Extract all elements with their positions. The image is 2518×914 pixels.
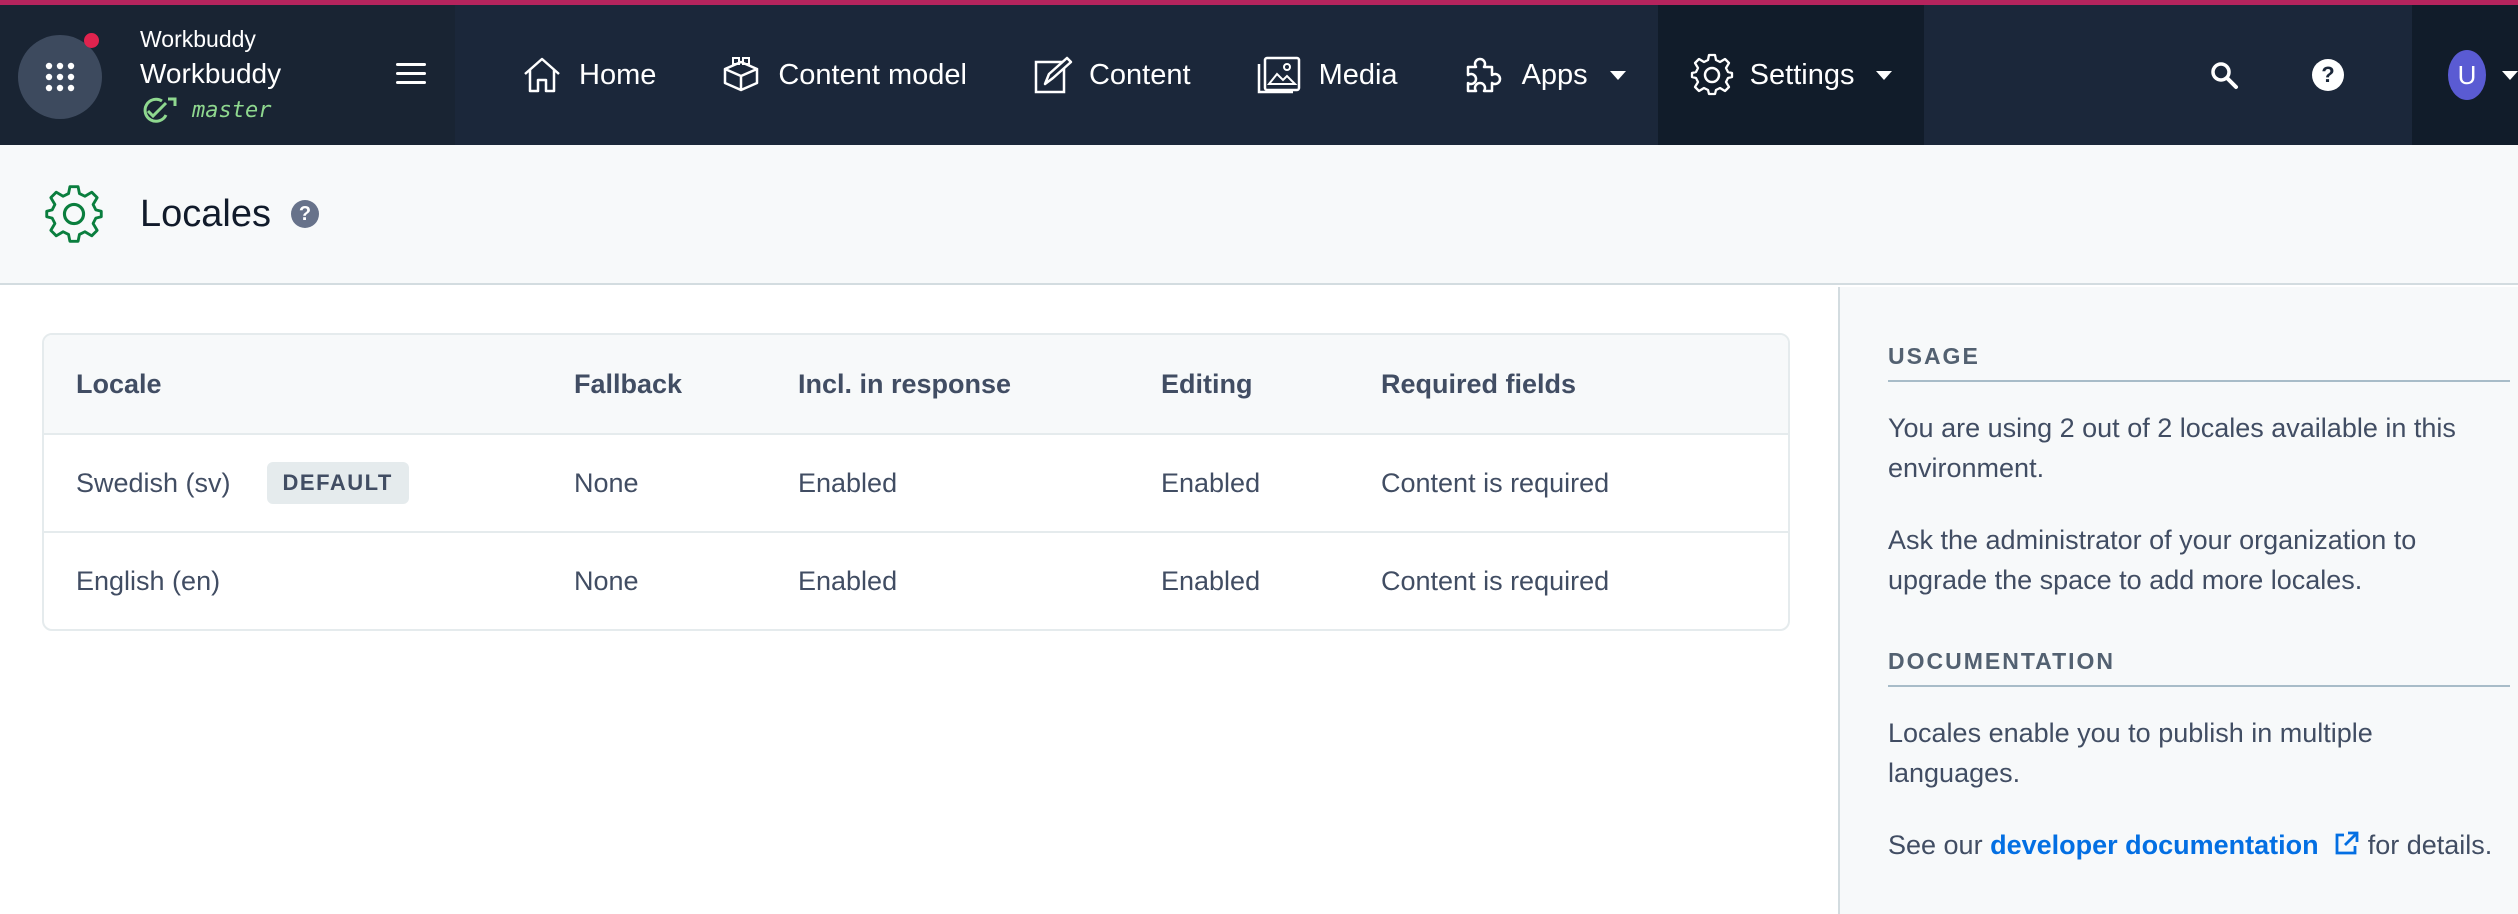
usage-heading: USAGE <box>1888 343 2510 382</box>
locale-name: English (en) <box>76 565 221 596</box>
nav-settings-label: Settings <box>1749 58 1855 91</box>
hamburger-line <box>396 63 426 66</box>
header-incl-in-response: Incl. in response <box>798 368 1012 399</box>
main-menu: Home Content model Content Media Apps Se… <box>455 5 1925 145</box>
nav-content-model-label: Content model <box>778 58 967 91</box>
editing-cell: Enabled <box>1161 467 1261 498</box>
developer-documentation-link[interactable]: developer documentation <box>1990 830 2368 860</box>
incl-cell: Enabled <box>798 467 898 498</box>
menu-toggle-button[interactable] <box>396 63 426 85</box>
environment-indicator: master <box>140 95 281 125</box>
nav-home[interactable]: Home <box>455 5 688 145</box>
info-sidebar: USAGE You are using 2 out of 2 locales a… <box>1838 287 2518 914</box>
locales-main: Locale Fallback Incl. in response Editin… <box>0 287 1838 914</box>
page-header: Locales ? <box>0 145 2518 285</box>
table-row[interactable]: English (en) None Enabled Enabled Conten… <box>44 531 1788 629</box>
space-name: Workbuddy <box>140 58 282 89</box>
usage-upgrade-text: Ask the administrator of your organizati… <box>1888 525 2417 595</box>
chevron-down-icon <box>1609 70 1626 80</box>
media-icon <box>1257 56 1300 94</box>
environment-name: master <box>192 97 272 123</box>
nav-content-model[interactable]: Content model <box>688 5 999 145</box>
nav-content-label: Content <box>1088 58 1191 91</box>
editing-cell: Enabled <box>1161 565 1261 596</box>
header-required-fields: Required fields <box>1381 368 1577 399</box>
see-our-text: See our <box>1888 830 1983 860</box>
content-model-icon <box>724 57 759 92</box>
table-row[interactable]: Swedish (sv) DEFAULT None Enabled Enable… <box>44 433 1788 531</box>
locales-table: Locale Fallback Incl. in response Editin… <box>42 333 1790 631</box>
space-info: Workbuddy Workbuddy master <box>140 23 281 125</box>
for-details-text: for details. <box>2367 830 2493 860</box>
external-link-icon <box>2335 831 2359 855</box>
header-editing: Editing <box>1161 368 1253 399</box>
fallback-cell: None <box>574 565 639 596</box>
nav-content[interactable]: Content <box>999 5 1223 145</box>
documentation-link-line: See our developer documentation for deta… <box>1888 825 2492 865</box>
header-tools: ? U <box>2172 5 2518 145</box>
locale-cell: English (en) <box>44 566 574 597</box>
grid-dots-icon <box>45 62 75 92</box>
locale-name: Swedish (sv) <box>76 467 231 498</box>
puzzle-icon <box>1466 57 1501 93</box>
required-cell: Content is required <box>1381 565 1610 596</box>
hamburger-line <box>396 81 426 84</box>
usage-text: You are using 2 out of 2 locales availab… <box>1888 413 2456 483</box>
locale-cell: Swedish (sv) DEFAULT <box>44 462 574 504</box>
svg-text:?: ? <box>2321 62 2334 87</box>
nav-home-label: Home <box>579 58 657 91</box>
avatar: U <box>2448 50 2486 100</box>
help-button[interactable]: ? <box>2276 5 2380 145</box>
hamburger-line <box>396 72 426 75</box>
required-cell: Content is required <box>1381 467 1610 498</box>
gear-icon <box>1690 53 1733 96</box>
environment-icon <box>143 97 177 123</box>
account-menu[interactable]: U <box>2412 5 2518 145</box>
header-locale: Locale <box>76 368 162 399</box>
search-icon <box>2211 62 2238 89</box>
header-fallback: Fallback <box>574 368 683 399</box>
home-icon <box>524 57 560 93</box>
documentation-text: Locales enable you to publish in multipl… <box>1888 718 2373 788</box>
settings-gear-icon <box>45 185 103 243</box>
default-badge: DEFAULT <box>266 462 409 504</box>
fallback-cell: None <box>574 467 639 498</box>
notification-dot <box>84 33 99 48</box>
nav-apps-label: Apps <box>1521 58 1588 91</box>
developer-documentation-label: developer documentation <box>1990 830 2319 860</box>
table-header-row: Locale Fallback Incl. in response Editin… <box>44 335 1788 433</box>
incl-cell: Enabled <box>798 565 898 596</box>
space-switcher[interactable]: Workbuddy Workbuddy master <box>0 5 455 145</box>
page-help-icon[interactable]: ? <box>290 200 319 228</box>
chevron-down-icon <box>2502 70 2518 80</box>
nav-settings[interactable]: Settings <box>1657 5 1925 145</box>
nav-media-label: Media <box>1318 58 1398 91</box>
nav-media[interactable]: Media <box>1223 5 1430 145</box>
page-title: Locales <box>140 192 271 235</box>
content-edit-icon <box>1034 56 1073 94</box>
help-circle-icon: ? <box>2312 59 2344 91</box>
documentation-heading: DOCUMENTATION <box>1888 648 2510 687</box>
top-navigation-bar: Workbuddy Workbuddy master Home Content … <box>0 5 2518 145</box>
chevron-down-icon <box>1876 70 1893 80</box>
organization-name: Workbuddy <box>140 26 256 52</box>
nav-apps[interactable]: Apps <box>1430 5 1658 145</box>
search-button[interactable] <box>2172 5 2276 145</box>
